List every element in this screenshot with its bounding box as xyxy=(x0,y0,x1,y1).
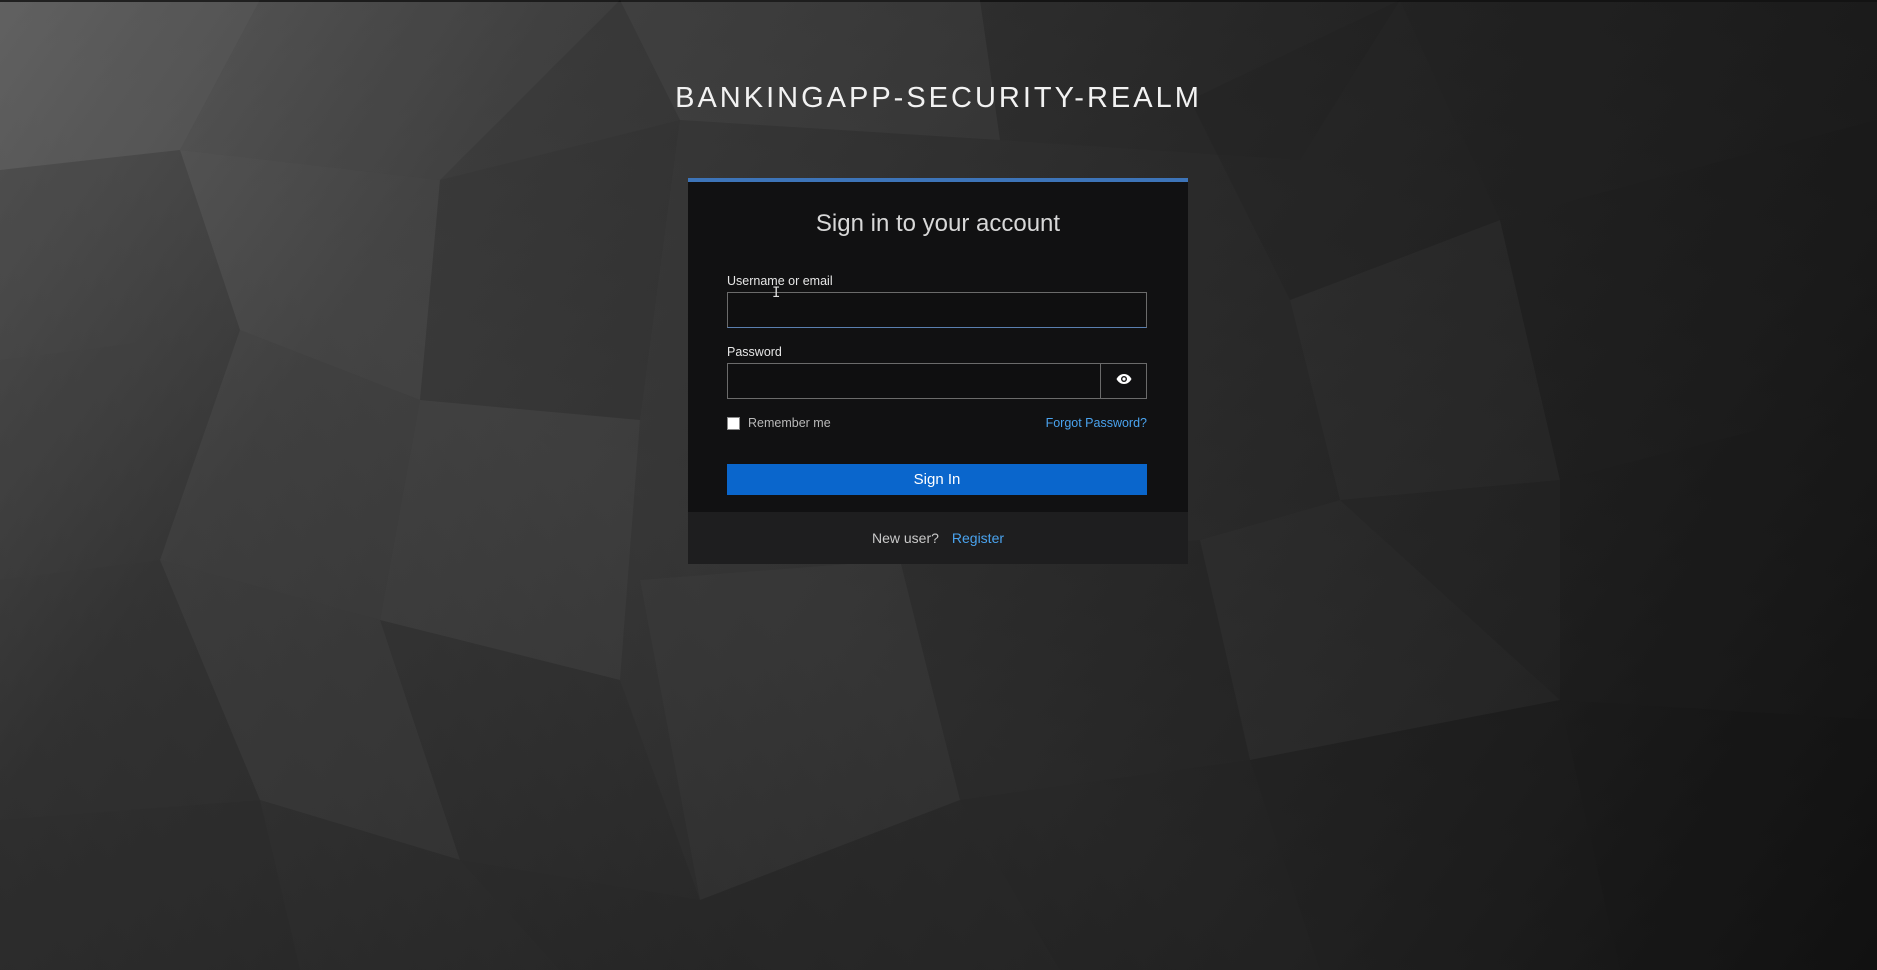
sign-in-button[interactable]: Sign In xyxy=(727,464,1147,495)
remember-me[interactable]: Remember me xyxy=(727,416,831,430)
register-link[interactable]: Register xyxy=(952,530,1004,546)
text-cursor-icon: I xyxy=(772,285,781,301)
remember-me-label: Remember me xyxy=(748,416,831,430)
password-input[interactable] xyxy=(727,363,1101,399)
password-label: Password xyxy=(727,345,782,359)
eye-icon xyxy=(1116,372,1132,390)
remember-me-checkbox[interactable] xyxy=(727,416,740,430)
login-heading: Sign in to your account xyxy=(815,210,1061,237)
show-password-button[interactable] xyxy=(1100,363,1147,399)
realm-title: BANKINGAPP-SECURITY-REALM xyxy=(675,82,1202,114)
card-footer: New user? Register xyxy=(688,512,1188,564)
new-user-text: New user? xyxy=(871,530,939,546)
login-card: Sign in to your account Username or emai… xyxy=(688,178,1188,512)
forgot-password-link[interactable]: Forgot Password? xyxy=(1046,416,1147,430)
username-input[interactable] xyxy=(727,292,1147,328)
